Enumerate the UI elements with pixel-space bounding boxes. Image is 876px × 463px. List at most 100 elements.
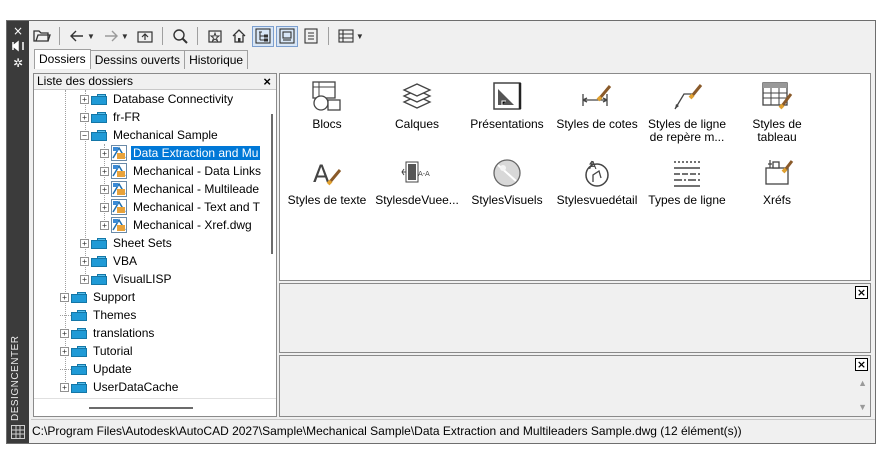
- tree-item[interactable]: Update: [60, 360, 134, 378]
- folder-icon: [91, 237, 107, 249]
- content-item[interactable]: Styles de cotes: [552, 80, 642, 150]
- tab-history[interactable]: Historique: [184, 50, 249, 69]
- expand-icon[interactable]: +: [100, 220, 109, 230]
- tree-item-label: VBA: [113, 254, 138, 268]
- content-item-label: Calques: [394, 117, 440, 131]
- content-item[interactable]: Blocs: [282, 80, 372, 150]
- drawing-file-icon: [111, 163, 127, 179]
- content-item[interactable]: Présentations: [462, 80, 552, 150]
- forward-button[interactable]: [100, 26, 122, 47]
- tree-item[interactable]: + UserDataCache: [60, 378, 180, 396]
- layouts-icon: [490, 80, 524, 114]
- tree-item[interactable]: + Support: [60, 288, 137, 306]
- tree-item-label: Mechanical - Text and T: [133, 200, 260, 214]
- expand-icon[interactable]: +: [80, 274, 89, 284]
- tree-view-toggle-button[interactable]: [251, 25, 274, 47]
- expand-icon[interactable]: +: [100, 184, 109, 194]
- palette-title: DESIGNCENTER: [10, 335, 21, 421]
- palette-title-strip: × ✲ DESIGNCENTER: [7, 21, 29, 443]
- folder-icon: [91, 255, 107, 267]
- close-icon[interactable]: ×: [10, 24, 26, 38]
- content-item[interactable]: Calques: [372, 80, 462, 150]
- expand-icon[interactable]: +: [80, 94, 89, 104]
- tree-item[interactable]: + Mechanical - Multileade: [100, 180, 261, 198]
- content-item[interactable]: Styles de ligne de repère m...: [642, 80, 732, 150]
- tab-folders[interactable]: Dossiers: [34, 49, 91, 69]
- close-preview-icon[interactable]: ×: [855, 286, 868, 299]
- scroll-thumb[interactable]: [89, 407, 193, 409]
- content-item[interactable]: Types de ligne: [642, 156, 732, 226]
- content-item[interactable]: A-A StylesdeVuee...: [372, 156, 462, 226]
- views-button[interactable]: [335, 26, 357, 47]
- autohide-icon[interactable]: [10, 40, 26, 54]
- expand-icon[interactable]: +: [60, 346, 69, 356]
- load-button[interactable]: [31, 26, 53, 47]
- tree-item[interactable]: + VisualLISP: [80, 270, 173, 288]
- scroll-up-icon[interactable]: ▲: [858, 378, 867, 388]
- designcenter-window: × ✲ DESIGNCENTER ▼ ▼ ▼ Dossiers Dessins …: [6, 20, 876, 444]
- linetypes-icon: [670, 156, 704, 190]
- tree-item[interactable]: Themes: [60, 306, 138, 324]
- tree-vertical-scrollbar[interactable]: [271, 114, 273, 254]
- expand-icon[interactable]: +: [80, 256, 89, 266]
- description-toggle-button[interactable]: [300, 26, 322, 47]
- dimstyles-icon: [580, 80, 614, 114]
- folder-list-title: Liste des dossiers: [37, 74, 134, 88]
- expand-icon[interactable]: +: [80, 112, 89, 122]
- folder-icon: [71, 363, 87, 375]
- tree-item[interactable]: + Tutorial: [60, 342, 135, 360]
- tree-item[interactable]: + Data Extraction and Mu: [100, 144, 261, 162]
- tree-item[interactable]: + Mechanical - Text and T: [100, 198, 262, 216]
- expand-icon[interactable]: +: [60, 382, 69, 392]
- collapse-icon[interactable]: −: [80, 130, 89, 140]
- tree-item[interactable]: + Sheet Sets: [80, 234, 174, 252]
- back-dropdown-icon[interactable]: ▼: [87, 32, 95, 41]
- content-item-label: Styles de cotes: [556, 117, 638, 131]
- tree-item[interactable]: − Mechanical Sample: [80, 126, 220, 144]
- back-button[interactable]: [66, 26, 88, 47]
- tree-item[interactable]: + Mechanical - Xref.dwg: [100, 216, 254, 234]
- folder-tree[interactable]: + Database Connectivity + fr-FR − Mechanical …: [34, 90, 276, 398]
- scroll-down-icon[interactable]: ▼: [858, 402, 867, 412]
- close-description-icon[interactable]: ×: [855, 358, 868, 371]
- tree-item[interactable]: + Database Connectivity: [80, 90, 235, 108]
- close-tree-icon[interactable]: ×: [263, 74, 271, 89]
- content-item[interactable]: A Stylesvuedétail: [552, 156, 642, 226]
- content-item[interactable]: StylesVisuels: [462, 156, 552, 226]
- tree-item-label: Update: [93, 362, 132, 376]
- textstyles-icon: A: [310, 156, 344, 190]
- content-item-label: Styles de texte: [287, 193, 367, 207]
- svg-text:A: A: [313, 160, 330, 188]
- expand-icon[interactable]: +: [100, 148, 109, 158]
- tree-horizontal-scrollbar[interactable]: [34, 398, 276, 416]
- content-item[interactable]: Styles de tableau: [732, 80, 822, 150]
- favorites-icon: [208, 30, 222, 43]
- tree-item[interactable]: + VBA: [80, 252, 139, 270]
- expand-icon[interactable]: +: [80, 238, 89, 248]
- expand-icon[interactable]: +: [100, 202, 109, 212]
- xrefs-icon: [760, 156, 794, 190]
- grid-icon[interactable]: [11, 425, 25, 439]
- views-dropdown-icon[interactable]: ▼: [356, 32, 364, 41]
- content-area[interactable]: Blocs Calques Présentations Styles de cotes…: [279, 73, 871, 281]
- forward-dropdown-icon[interactable]: ▼: [121, 32, 129, 41]
- tree-item[interactable]: + Mechanical - Data Links: [100, 162, 263, 180]
- home-button[interactable]: [228, 26, 250, 47]
- tab-open-drawings[interactable]: Dessins ouverts: [89, 50, 186, 69]
- tree-item-label: fr-FR: [113, 110, 141, 124]
- search-button[interactable]: [169, 26, 191, 47]
- up-button[interactable]: [134, 26, 156, 47]
- expand-icon[interactable]: +: [60, 292, 69, 302]
- tree-item[interactable]: + fr-FR: [80, 108, 142, 126]
- content-item[interactable]: A Styles de texte: [282, 156, 372, 226]
- expand-icon[interactable]: +: [60, 328, 69, 338]
- content-item[interactable]: Xréfs: [732, 156, 822, 226]
- tree-item-label: UserDataCache: [93, 380, 179, 394]
- favorites-button[interactable]: [204, 26, 226, 47]
- expand-icon[interactable]: +: [100, 166, 109, 176]
- viewstyles-icon: A-A: [400, 156, 434, 190]
- properties-icon[interactable]: ✲: [10, 56, 26, 70]
- tree-item[interactable]: + translations: [60, 324, 156, 342]
- folder-icon: [71, 291, 87, 303]
- preview-toggle-button[interactable]: [275, 25, 298, 47]
